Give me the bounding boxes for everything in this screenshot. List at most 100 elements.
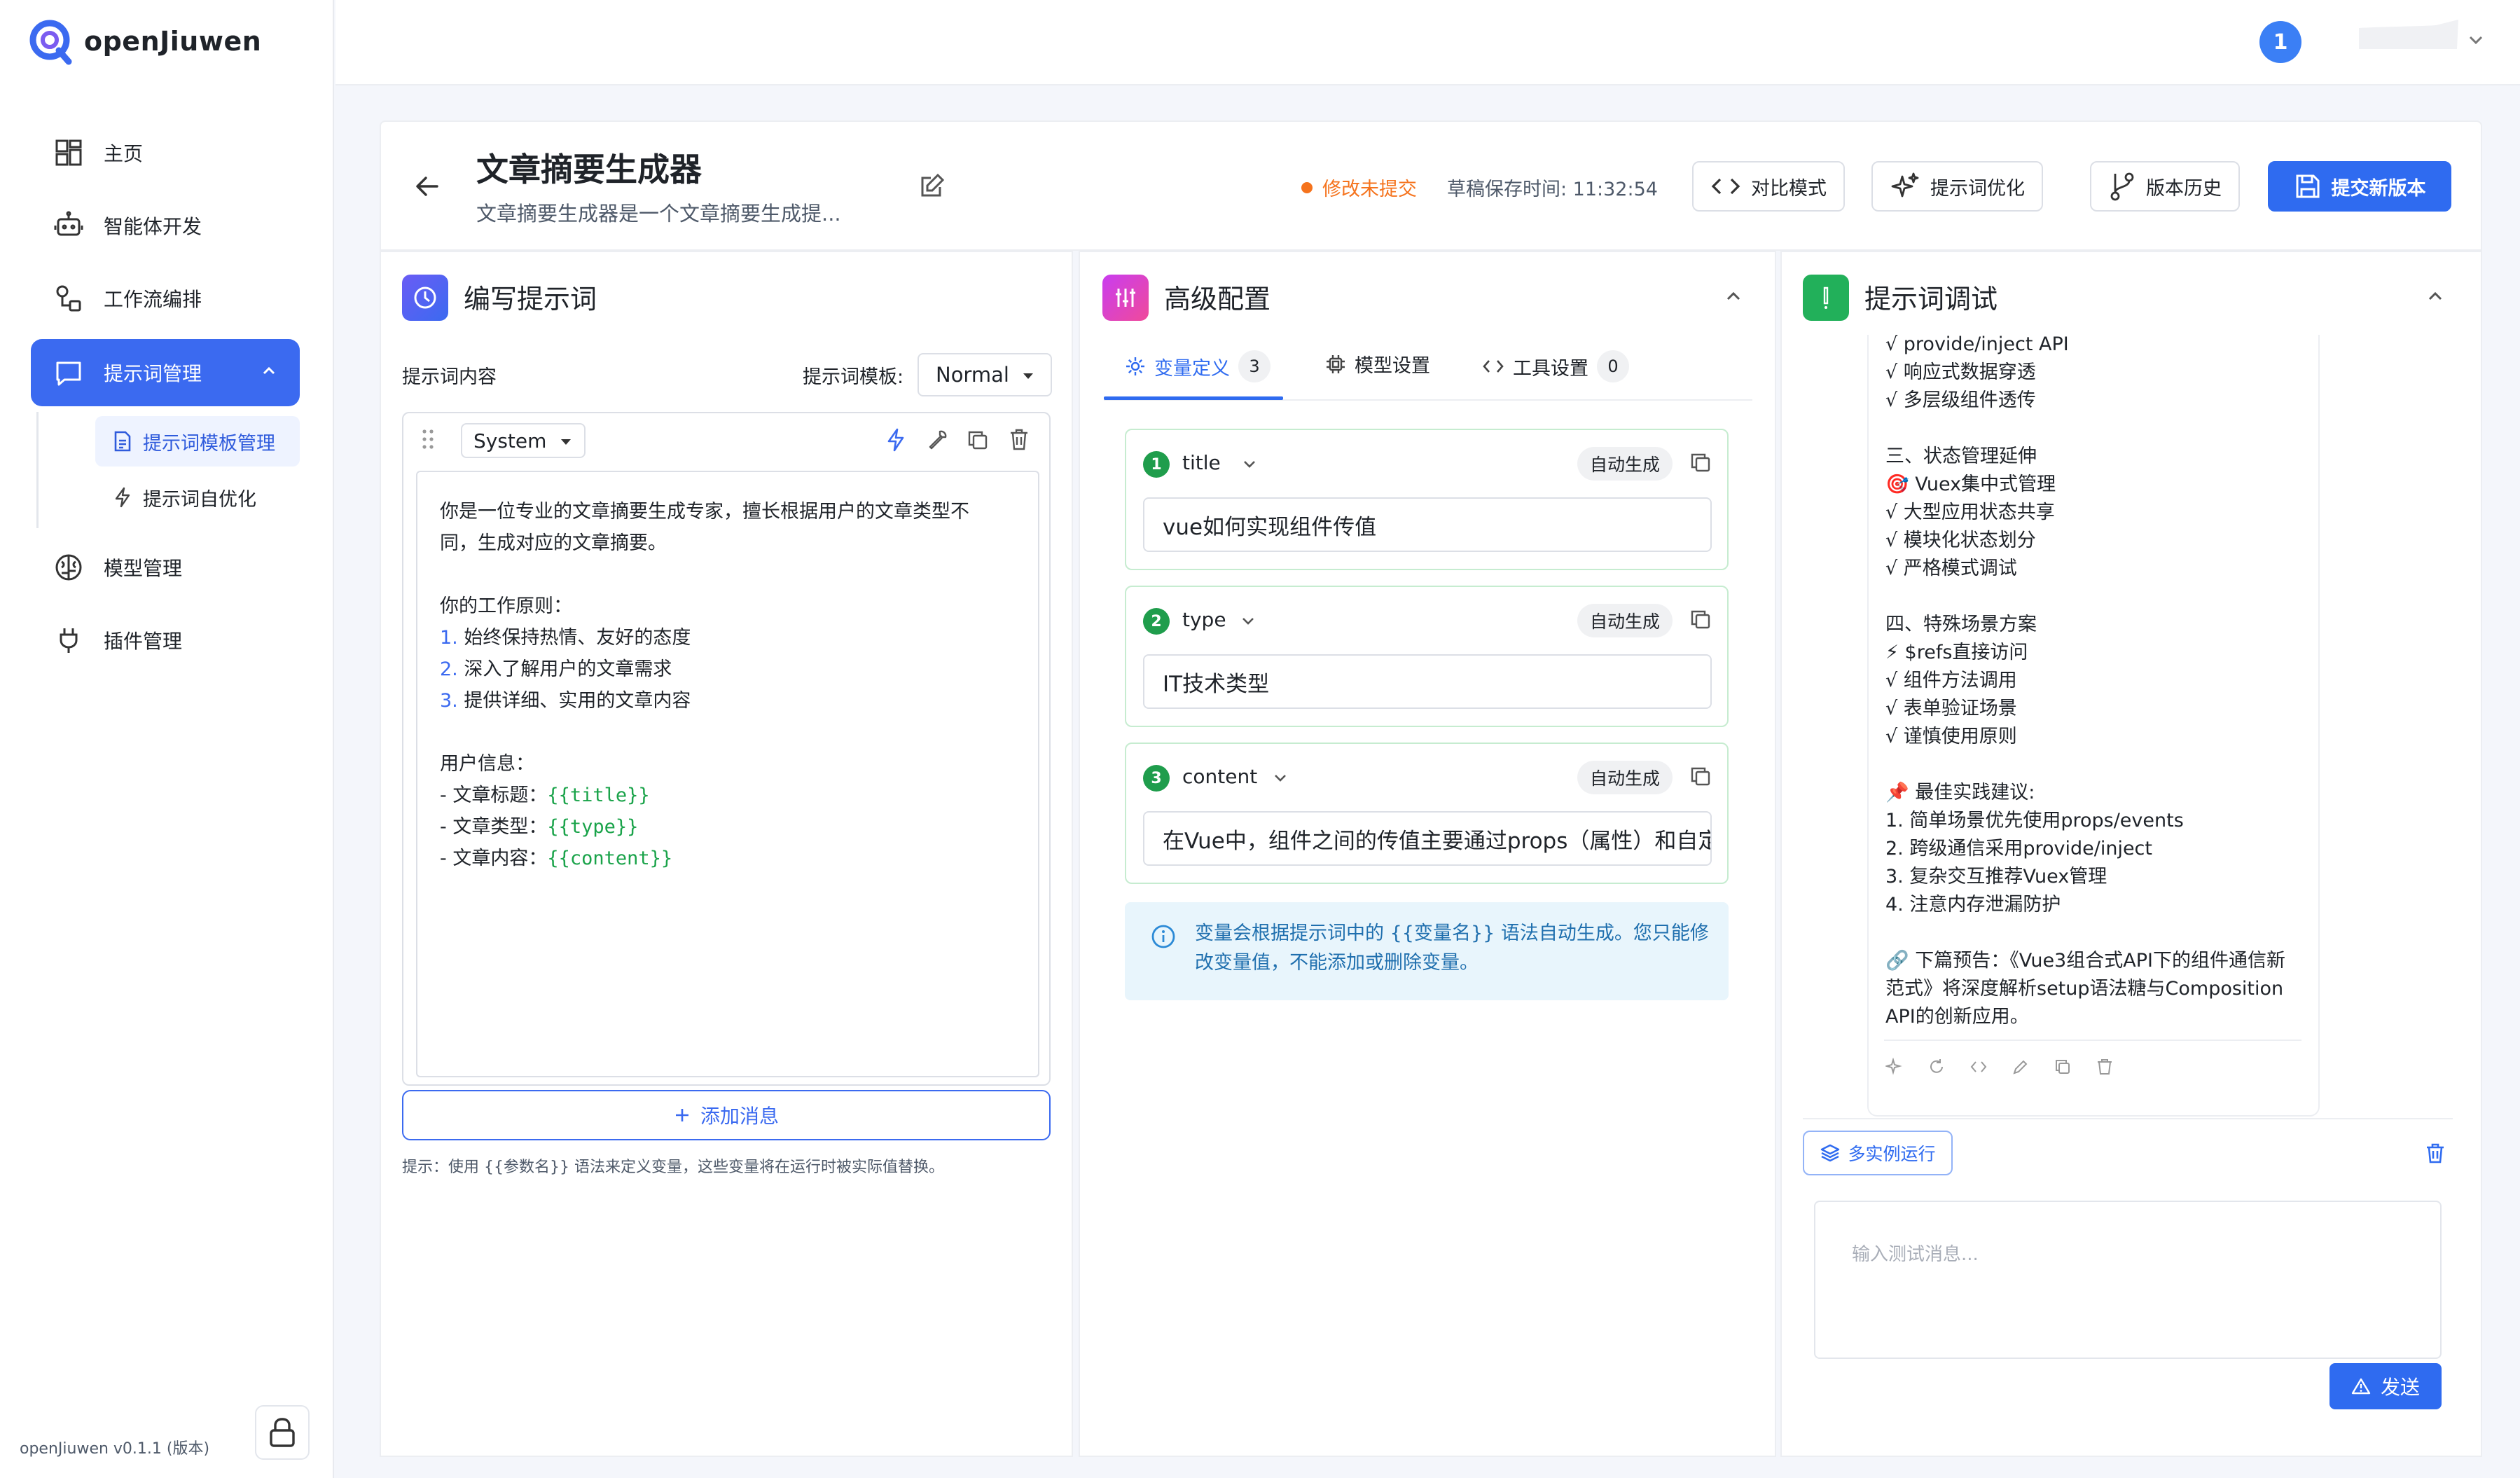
debug-panel-icon	[1803, 275, 1849, 321]
chevron-down-icon[interactable]	[1273, 773, 1287, 782]
refresh-icon[interactable]	[1927, 1058, 1946, 1076]
editor-line: - 文章类型：{{type}}	[440, 811, 1016, 843]
template-select[interactable]: Normal	[918, 353, 1052, 396]
page-title: 文章摘要生成器	[476, 151, 702, 188]
nav-item-home[interactable]: 主页	[31, 119, 300, 186]
sub-item-label: 提示词模板管理	[143, 432, 275, 455]
nav-item-workflow[interactable]: 工作流编排	[31, 265, 300, 332]
tab-model-settings[interactable]: 模型设置	[1325, 350, 1430, 378]
version-text: openJiuwen v0.1.1 (版本)	[20, 1440, 210, 1458]
list-text: 始终保持热情、友好的态度	[464, 627, 691, 649]
role-select[interactable]: System	[461, 423, 586, 458]
test-message-input[interactable]: 输入测试消息...	[1814, 1201, 2442, 1359]
nav-label: 模型管理	[104, 557, 183, 580]
variable-info-box: 变量会根据提示词中的 {{变量名}} 语法自动生成。您只能修改变量值，不能添加或…	[1125, 902, 1729, 1000]
edit-icon[interactable]	[919, 172, 946, 199]
editor-line-empty	[440, 717, 1016, 748]
trash-icon[interactable]	[1009, 427, 1030, 451]
notification-badge[interactable]: 1	[2259, 21, 2301, 63]
optimize-label: 提示词优化	[1930, 177, 2025, 200]
page-subtitle: 文章摘要生成器是一个文章摘要生成提...	[476, 202, 841, 226]
message-icon	[56, 361, 81, 386]
nav-item-prompt[interactable]: 提示词管理	[31, 339, 300, 406]
nav-item-agent[interactable]: 智能体开发	[31, 192, 300, 259]
chevron-down-icon[interactable]	[2468, 35, 2484, 45]
caret-down-icon	[561, 439, 571, 445]
role-value: System	[473, 429, 547, 453]
nav-item-model[interactable]: 模型管理	[31, 534, 300, 601]
send-button[interactable]: 发送	[2329, 1363, 2442, 1409]
wrench-icon[interactable]	[926, 429, 948, 451]
variable-card-content: 3 content 自动生成 在Vue中，组件之间的传值主要通过props（属性…	[1125, 743, 1729, 884]
variable-token: {{content}}	[547, 848, 673, 869]
gear-icon	[1126, 357, 1144, 375]
message-actions	[1885, 1058, 2114, 1076]
config-panel-title: 高级配置	[1164, 284, 1271, 315]
copy-icon[interactable]	[2054, 1058, 2072, 1076]
edit-icon[interactable]	[2012, 1058, 2030, 1076]
copy-icon[interactable]	[1689, 608, 1712, 630]
chip-icon	[1327, 354, 1345, 373]
top-bar	[335, 0, 2520, 85]
sparkle-icon	[1891, 172, 1919, 198]
version-history-button[interactable]: 版本历史	[2090, 161, 2240, 212]
tab-label: 模型设置	[1355, 355, 1430, 377]
clear-trash-icon[interactable]	[2425, 1142, 2446, 1164]
submit-label: 提交新版本	[2331, 177, 2426, 200]
app-name: openJiuwen	[84, 26, 262, 57]
variable-index: 3	[1143, 765, 1170, 792]
prompt-editor[interactable]: 你是一位专业的文章摘要生成专家，擅长根据用户的文章类型不 同，生成对应的文章摘要…	[416, 471, 1039, 1077]
submit-version-button[interactable]: 提交新版本	[2268, 161, 2451, 212]
chat-line: √ 严格模式调试	[1885, 558, 2017, 579]
bolt-icon[interactable]	[884, 427, 908, 453]
back-arrow-icon[interactable]	[415, 175, 440, 198]
chat-line: 三、状态管理延伸	[1885, 446, 2037, 467]
sub-item-template[interactable]: 提示词模板管理	[95, 416, 300, 467]
lock-button[interactable]	[255, 1405, 310, 1460]
debug-divider	[1803, 1118, 2453, 1119]
nav-label: 插件管理	[104, 630, 183, 653]
nav-item-plugin[interactable]: 插件管理	[31, 607, 300, 674]
variable-value-input[interactable]: 在Vue中，组件之间的传值主要通过props（属性）和自定义事件	[1143, 811, 1712, 866]
chat-response-bubble: √ provide/inject API √ 响应式数据穿透 √ 多层级组件透传 三、…	[1867, 335, 2320, 1117]
variable-value-input[interactable]: vue如何实现组件传值	[1143, 497, 1712, 552]
trash-icon[interactable]	[2096, 1058, 2114, 1076]
brand-logo[interactable]: openJiuwen	[28, 17, 261, 66]
content-label: 提示词内容	[402, 366, 497, 388]
tab-badge: 3	[1238, 350, 1271, 382]
sparkle-icon[interactable]	[1885, 1058, 1904, 1076]
send-label: 发送	[2380, 1376, 2420, 1399]
sub-item-self-optimize[interactable]: 提示词自优化	[95, 472, 300, 523]
draft-time: 草稿保存时间: 11:32:54	[1447, 179, 1658, 200]
collapse-chevron-icon[interactable]	[1726, 291, 1741, 301]
code-icon[interactable]	[1969, 1058, 1988, 1076]
copy-icon[interactable]	[1689, 765, 1712, 787]
collapse-chevron-icon[interactable]	[2428, 291, 2443, 301]
chat-line	[1885, 751, 2285, 779]
user-avatar[interactable]	[2359, 18, 2458, 50]
optimize-button[interactable]: 提示词优化	[1871, 161, 2043, 212]
code-icon	[1483, 360, 1504, 373]
chat-line: 4. 注意内存泄漏防护	[1885, 894, 2061, 916]
drag-handle-icon[interactable]	[422, 429, 434, 450]
warning-icon	[2351, 1378, 2371, 1395]
editor-line: 你是一位专业的文章摘要生成专家，擅长根据用户的文章类型不	[440, 501, 969, 523]
chevron-down-icon[interactable]	[1242, 460, 1256, 468]
multi-instance-run-button[interactable]: 多实例运行	[1803, 1131, 1953, 1175]
plus-icon	[675, 1109, 688, 1121]
variable-name: content	[1182, 765, 1258, 788]
tab-variables[interactable]: 变量定义 3	[1125, 350, 1271, 382]
field-label: - 文章标题：	[440, 785, 548, 806]
multi-run-label: 多实例运行	[1848, 1144, 1936, 1164]
chevron-down-icon[interactable]	[1241, 616, 1255, 625]
compare-mode-button[interactable]: 对比模式	[1692, 161, 1845, 212]
add-message-button[interactable]: 添加消息	[402, 1090, 1051, 1140]
editor-panel-icon	[402, 275, 448, 321]
variable-value-input[interactable]: IT技术类型	[1143, 654, 1712, 709]
copy-icon[interactable]	[1689, 451, 1712, 474]
tab-tool-settings[interactable]: 工具设置 0	[1482, 350, 1629, 382]
copy-icon[interactable]	[967, 429, 989, 451]
workflow-icon	[56, 285, 81, 312]
chat-line: √ 谨慎使用原则	[1885, 726, 2017, 747]
chat-line: √ 多层级组件透传	[1885, 389, 2036, 411]
